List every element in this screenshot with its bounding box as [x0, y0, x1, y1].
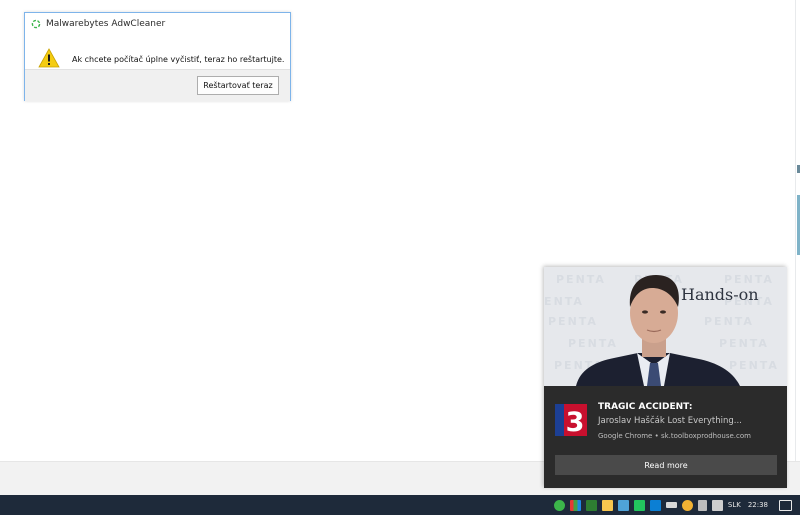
toast-body: Jaroslav Haščák Lost Everything...	[598, 416, 742, 426]
adwcleaner-dialog: Malwarebytes AdwCleaner Ak chcete počíta…	[24, 12, 291, 101]
colored-grid-icon[interactable]	[569, 499, 581, 511]
adwcleaner-logo-icon	[31, 19, 41, 29]
dialog-body: Ak chcete počítač úplne vyčistiť, teraz …	[25, 31, 290, 73]
warning-icon	[38, 48, 60, 68]
toast-attribution: Google Chrome • sk.toolboxprodhouse.com	[598, 432, 751, 440]
tv-channel-3-logo-icon: 3	[555, 404, 587, 436]
toast-title: TRAGIC ACCIDENT:	[598, 402, 693, 412]
read-more-button[interactable]: Read more	[555, 455, 777, 475]
person-photo	[576, 275, 740, 386]
monitor-icon[interactable]	[617, 499, 629, 511]
input-language[interactable]: SLK	[728, 501, 741, 509]
battery-icon[interactable]	[665, 502, 677, 508]
taskbar: SLK 22:38	[0, 495, 800, 515]
dialog-message: Ak chcete počítač úplne vyčistiť, teraz …	[72, 55, 285, 64]
notification-toast[interactable]: PENTA PENTA PENTA PENTA PENTA PENTA PENT…	[544, 267, 787, 488]
toast-hero-image: PENTA PENTA PENTA PENTA PENTA PENTA PENT…	[544, 267, 787, 386]
malwarebytes-icon[interactable]	[553, 499, 565, 511]
dialog-titlebar: Malwarebytes AdwCleaner	[31, 17, 165, 31]
network-icon[interactable]	[711, 499, 723, 511]
folder-icon[interactable]	[601, 499, 613, 511]
network-share-icon[interactable]	[585, 499, 597, 511]
green-app-icon[interactable]	[633, 499, 645, 511]
clock[interactable]: 22:38	[748, 501, 768, 509]
dialog-footer: Reštartovať teraz	[25, 69, 290, 101]
system-tray: SLK 22:38	[553, 495, 800, 515]
background-window-edge	[795, 0, 800, 495]
restart-now-button[interactable]: Reštartovať teraz	[197, 76, 279, 95]
notification-icon[interactable]	[779, 499, 792, 511]
toast-content: 3 TRAGIC ACCIDENT: Jaroslav Haščák Lost …	[544, 386, 787, 488]
svg-text:3: 3	[566, 407, 585, 436]
volume-icon[interactable]	[697, 499, 707, 511]
desktop-screen: Malwarebytes AdwCleaner Ak chcete počíta…	[0, 0, 800, 515]
dialog-title: Malwarebytes AdwCleaner	[46, 19, 166, 29]
chrome-icon[interactable]	[681, 499, 693, 511]
dropbox-icon[interactable]	[649, 499, 661, 511]
